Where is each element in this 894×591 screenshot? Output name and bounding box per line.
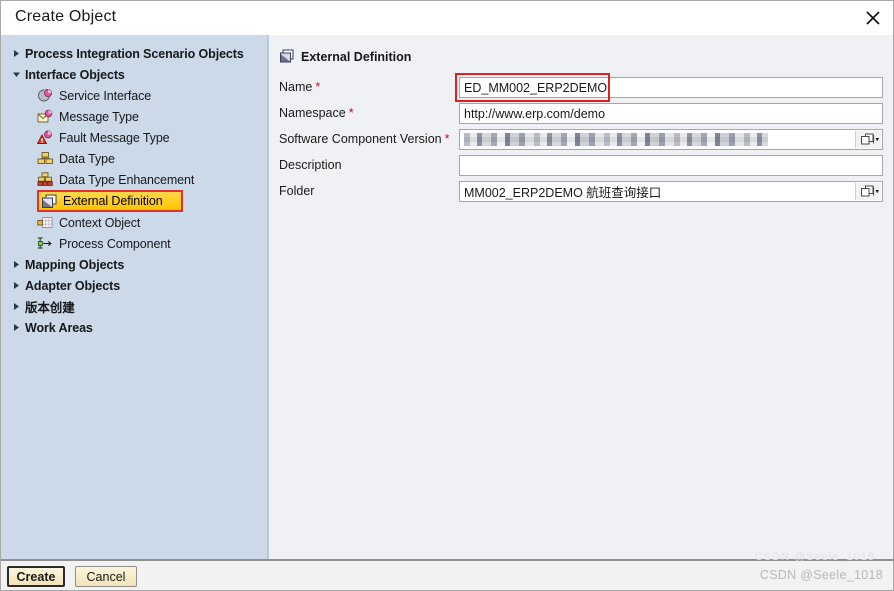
triangle-right-icon[interactable] (7, 281, 25, 290)
namespace-input[interactable]: http://www.erp.com/demo (459, 103, 883, 124)
label-text: Folder (279, 184, 315, 198)
tree-item-label: Data Type (59, 151, 115, 166)
triangle-right-icon[interactable] (7, 302, 25, 311)
tree-item-label: Mapping Objects (25, 257, 125, 272)
label-text: Description (279, 158, 342, 172)
triangle-right-icon[interactable] (7, 260, 25, 269)
service-interface-icon (37, 88, 54, 103)
context-object-icon (37, 215, 54, 230)
cancel-button[interactable]: Cancel (75, 566, 137, 587)
required-asterisk: * (444, 132, 450, 146)
software-component-version-input[interactable] (459, 129, 883, 150)
tree-item-data-type-enhancement[interactable]: Data Type Enhancement (1, 169, 267, 190)
create-button[interactable]: Create (7, 566, 65, 587)
form-row-description: Description (271, 155, 893, 178)
form-row-namespace: Namespace * http://www.erp.com/demo (271, 103, 893, 126)
tree-item-external-definition[interactable]: External Definition (37, 190, 183, 212)
watermark-ghost: CSDN @Seele_1018 (754, 551, 875, 563)
tree-item-label: Fault Message Type (59, 130, 170, 145)
form-row-folder: Folder MM002_ERP2DEMO 航班查询接口 (271, 181, 893, 204)
tree-item-process-component[interactable]: Process Component (1, 233, 267, 254)
external-definition-icon (279, 49, 295, 64)
required-asterisk: * (315, 80, 321, 94)
object-detail-form: External Definition Name * ED_MM002_ERP2DE… (271, 35, 893, 559)
tree-item-label: Service Interface (59, 88, 152, 103)
tree-item-label: Adapter Objects (25, 278, 121, 293)
tree-item-process-integration-scenario-objects[interactable]: Process Integration Scenario Objects (1, 43, 267, 64)
tree-item-mapping-objects[interactable]: Mapping Objects (1, 254, 267, 275)
value-help-icon[interactable] (855, 183, 881, 200)
tree-item-context-object[interactable]: Context Object (1, 212, 267, 233)
label-software-component-version: Software Component Version * (279, 132, 449, 146)
triangle-right-icon[interactable] (7, 49, 25, 58)
fault-message-type-icon (37, 130, 54, 145)
form-row-software-component-version: Software Component Version * (271, 129, 893, 152)
form-header: External Definition (279, 49, 411, 64)
tree-item-label: 版本创建 (25, 301, 75, 315)
data-type-enhancement-icon (37, 172, 54, 187)
tree-item-label: Process Integration Scenario Objects (25, 46, 244, 61)
software-component-version-redacted-value (464, 133, 768, 146)
triangle-right-icon[interactable] (7, 323, 25, 332)
required-asterisk: * (348, 106, 354, 120)
folder-input[interactable]: MM002_ERP2DEMO 航班查询接口 (459, 181, 883, 202)
label-text: Namespace (279, 106, 346, 120)
name-input[interactable]: ED_MM002_ERP2DEMO (459, 77, 883, 98)
message-type-icon (37, 109, 54, 124)
tree-item-fault-message-type[interactable]: Fault Message Type (1, 127, 267, 148)
tree-item-adapter-objects[interactable]: Adapter Objects (1, 275, 267, 296)
tree-item-interface-objects[interactable]: Interface Objects (1, 64, 267, 85)
close-icon[interactable] (859, 5, 887, 31)
tree-item-label: Interface Objects (25, 67, 125, 82)
dialog-title: Create Object (15, 8, 117, 25)
label-text: Software Component Version (279, 132, 442, 146)
tree-item-label: Work Areas (25, 320, 93, 335)
object-type-tree[interactable]: Process Integration Scenario Objects Inte… (1, 35, 269, 559)
tree-item-label: Process Component (59, 236, 171, 251)
tree-item-data-type[interactable]: Data Type (1, 148, 267, 169)
value-help-icon[interactable] (855, 131, 881, 148)
external-definition-icon (41, 194, 58, 209)
tree-item-[interactable]: 版本创建 (1, 296, 267, 317)
folder-value: MM002_ERP2DEMO 航班查询接口 (464, 186, 662, 200)
label-namespace: Namespace * (279, 106, 354, 120)
tree-item-label: Message Type (59, 109, 139, 124)
label-description: Description (279, 158, 342, 172)
namespace-value: http://www.erp.com/demo (464, 106, 606, 121)
tree-item-work-areas[interactable]: Work Areas (1, 317, 267, 338)
form-row-name: Name * ED_MM002_ERP2DEMO (271, 73, 893, 102)
label-name: Name * (279, 80, 320, 94)
tree-item-label: Context Object (59, 215, 141, 230)
watermark: CSDN @Seele_1018 (759, 568, 883, 582)
tree-item-label: External Definition (63, 194, 163, 208)
dialog-titlebar: Create Object (1, 1, 893, 35)
label-folder: Folder (279, 184, 314, 198)
data-type-icon (37, 151, 54, 166)
process-component-icon (37, 236, 54, 251)
label-text: Name (279, 80, 313, 94)
tree-item-message-type[interactable]: Message Type (1, 106, 267, 127)
form-field-list: Name * ED_MM002_ERP2DEMO Namespace * http://w… (271, 73, 893, 207)
tree-root: Process Integration Scenario Objects Inte… (1, 35, 267, 338)
create-object-dialog: Create Object Process Integration Scenar… (0, 0, 894, 591)
form-header-title: External Definition (301, 49, 412, 64)
dialog-body: Process Integration Scenario Objects Inte… (1, 35, 893, 559)
tree-item-label: Data Type Enhancement (59, 172, 195, 187)
tree-item-service-interface[interactable]: Service Interface (1, 85, 267, 106)
triangle-down-icon[interactable] (7, 70, 25, 79)
description-input[interactable] (459, 155, 883, 176)
name-value: ED_MM002_ERP2DEMO (464, 80, 608, 95)
